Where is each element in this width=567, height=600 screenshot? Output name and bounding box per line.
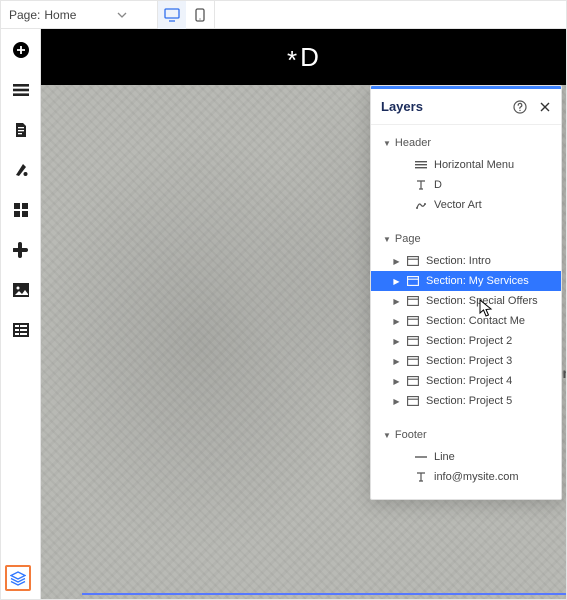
page-selector-prefix: Page:	[9, 8, 40, 22]
caret-right-icon: ▶	[393, 357, 400, 366]
tree-item-label: info@mysite.com	[434, 471, 519, 483]
sections-icon[interactable]	[12, 81, 30, 99]
section-icon	[406, 336, 420, 346]
tree-item[interactable]: ▶info@mysite.com	[371, 467, 561, 487]
tree-section-item[interactable]: ▶ Section: Special Offers	[371, 291, 561, 311]
tree-item[interactable]: ▶Vector Art	[371, 195, 561, 215]
tree-group-label: Header	[395, 137, 431, 149]
page-selector[interactable]: Page: Home	[3, 1, 133, 29]
data-icon[interactable]	[12, 321, 30, 339]
device-toggle	[157, 1, 215, 29]
tree-section-item[interactable]: ▶ Section: Project 2	[371, 331, 561, 351]
line-icon	[414, 455, 428, 459]
tree-item-label: Section: My Services	[426, 275, 529, 287]
tree-item-label: D	[434, 179, 442, 191]
section-icon	[406, 276, 420, 286]
panel-body[interactable]: ▼Header▶Horizontal Menu▶D▶Vector Art▼Pag…	[371, 125, 561, 499]
caret-right-icon: ▶	[393, 257, 400, 266]
layers-panel: Layers ▼Header▶Horizontal Menu▶D▶Vector …	[370, 85, 562, 500]
tree-section-item[interactable]: ▶ Section: Project 4	[371, 371, 561, 391]
left-rail	[1, 29, 41, 599]
site-logo: *D	[287, 42, 320, 73]
tree-item[interactable]: ▶D	[371, 175, 561, 195]
apps-icon[interactable]	[12, 201, 30, 219]
tree-item[interactable]: ▶Line	[371, 447, 561, 467]
caret-right-icon: ▶	[393, 277, 400, 286]
caret-right-icon: ▶	[393, 337, 400, 346]
tree-item-label: Section: Contact Me	[426, 315, 525, 327]
section-icon	[406, 316, 420, 326]
panel-title: Layers	[381, 99, 423, 114]
tree-group-header[interactable]: ▼ Header	[371, 131, 561, 155]
selection-indicator	[82, 593, 566, 595]
layers-toggle-button[interactable]	[5, 565, 31, 591]
tree-group-label: Page	[395, 233, 421, 245]
app-frame: Page: Home	[0, 0, 567, 600]
media-icon[interactable]	[12, 281, 30, 299]
text-icon	[414, 179, 428, 191]
caret-right-icon: ▶	[393, 377, 400, 386]
tree-item-label: Section: Special Offers	[426, 295, 538, 307]
menu-icon	[414, 161, 428, 169]
canvas[interactable]: *D Gr Layers ▼Header▶Ho	[41, 29, 566, 599]
close-icon[interactable]	[539, 101, 551, 113]
page-icon[interactable]	[12, 121, 30, 139]
section-icon	[406, 376, 420, 386]
caret-down-icon: ▼	[383, 139, 391, 148]
desktop-view-button[interactable]	[158, 1, 186, 29]
caret-right-icon: ▶	[393, 397, 400, 406]
section-icon	[406, 296, 420, 306]
vector-icon	[414, 199, 428, 211]
page-selector-value: Home	[44, 8, 76, 22]
chevron-down-icon	[117, 10, 127, 20]
add-icon[interactable]	[12, 41, 30, 59]
tree-item-label: Line	[434, 451, 455, 463]
tree-section-item[interactable]: ▶ Section: My Services	[371, 271, 561, 291]
caret-down-icon: ▼	[383, 431, 391, 440]
section-icon	[406, 256, 420, 266]
tree-item-label: Section: Intro	[426, 255, 491, 267]
tree-item-label: Vector Art	[434, 199, 482, 211]
caret-right-icon: ▶	[393, 317, 400, 326]
tree-item[interactable]: ▶Horizontal Menu	[371, 155, 561, 175]
text-icon	[414, 471, 428, 483]
tree-group-page[interactable]: ▼ Page	[371, 227, 561, 251]
section-icon	[406, 396, 420, 406]
section-icon	[406, 356, 420, 366]
tree-item-label: Section: Project 2	[426, 335, 512, 347]
tree-group-label: Footer	[395, 429, 427, 441]
theme-icon[interactable]	[12, 161, 30, 179]
tree-item-label: Horizontal Menu	[434, 159, 514, 171]
main-area: *D Gr Layers ▼Header▶Ho	[1, 29, 566, 599]
tree-item-label: Section: Project 3	[426, 355, 512, 367]
tree-group-footer[interactable]: ▼ Footer	[371, 423, 561, 447]
caret-down-icon: ▼	[383, 235, 391, 244]
caret-right-icon: ▶	[393, 297, 400, 306]
plugins-icon[interactable]	[12, 241, 30, 259]
canvas-site-header: *D	[41, 29, 566, 85]
tree-section-item[interactable]: ▶ Section: Intro	[371, 251, 561, 271]
topbar: Page: Home	[1, 1, 566, 29]
mobile-view-button[interactable]	[186, 1, 214, 29]
panel-header: Layers	[371, 89, 561, 125]
tree-item-label: Section: Project 4	[426, 375, 512, 387]
tree-section-item[interactable]: ▶ Section: Project 5	[371, 391, 561, 411]
tree-section-item[interactable]: ▶ Section: Contact Me	[371, 311, 561, 331]
help-icon[interactable]	[513, 100, 527, 114]
tree-item-label: Section: Project 5	[426, 395, 512, 407]
tree-section-item[interactable]: ▶ Section: Project 3	[371, 351, 561, 371]
